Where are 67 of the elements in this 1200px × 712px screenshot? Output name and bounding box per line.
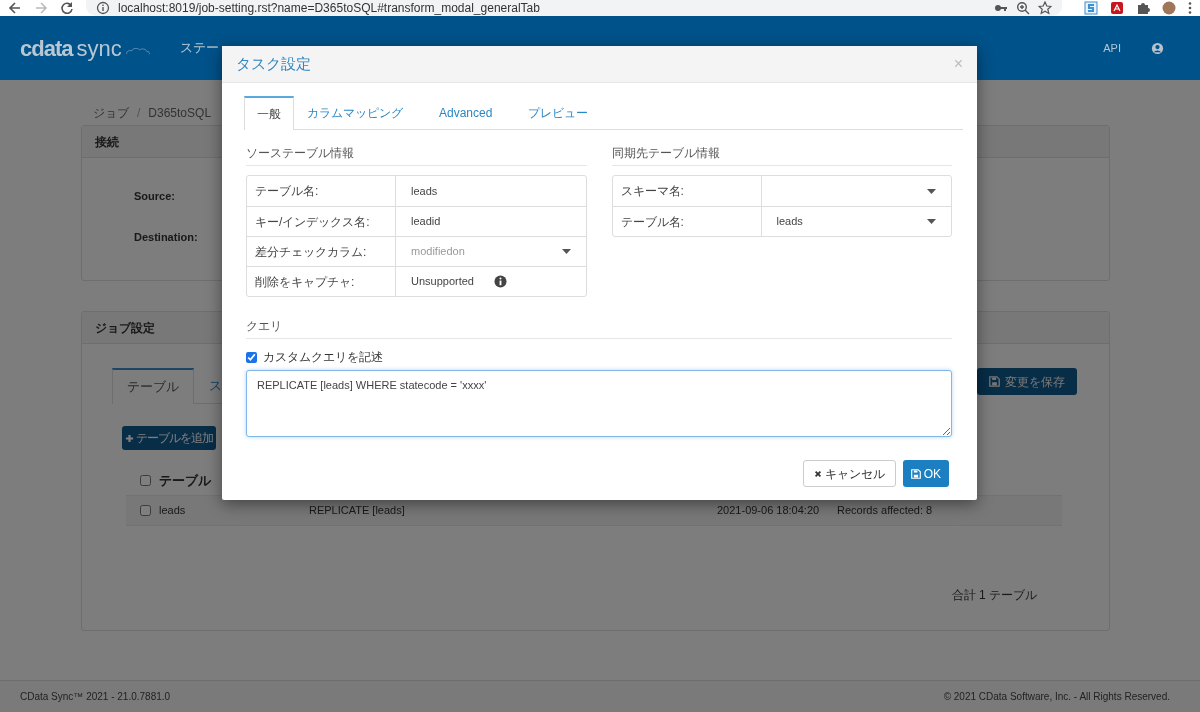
tab[interactable]: Advanced — [426, 96, 516, 129]
zoom-icon[interactable] — [1016, 1, 1030, 15]
copyright-notice: © 2021 CData Software, Inc. - All Rights Reserved. — [943, 690, 1170, 704]
breadcrumb-item: D365toSQL — [148, 104, 212, 122]
caret-icon — [927, 219, 936, 224]
breadcrumb-separator: / — [137, 104, 141, 122]
field-label: キー/インデックス名: — [247, 207, 396, 236]
field-label: Source: — [134, 189, 175, 204]
select-field[interactable]: leads — [761, 207, 951, 236]
cloud-icon — [125, 45, 150, 56]
document-extension-icon[interactable] — [1110, 1, 1124, 15]
select-field: modifiedon — [396, 237, 586, 266]
field-label: テーブル名: — [612, 207, 762, 236]
field-label: スキーマ名: — [612, 176, 762, 206]
table-total: 合計 1 テーブル — [950, 587, 1037, 604]
query-textarea[interactable]: REPLICATE [leads] WHERE statecode = 'xxxx' — [246, 370, 952, 437]
add-table-button[interactable]: テーブルを追加 — [122, 426, 216, 450]
table-cell-text: Records affected: 8 — [837, 503, 933, 519]
field-label: テーブル名: — [247, 176, 396, 206]
section-title: ソーステーブル情報 — [246, 144, 587, 166]
ok-button[interactable]: OK — [902, 460, 949, 487]
table-cell-text: leads — [159, 503, 187, 519]
close-icon — [813, 469, 822, 478]
caret-icon — [561, 249, 571, 254]
save-button[interactable]: 変更を保存 — [977, 368, 1077, 395]
plus-icon — [125, 433, 134, 443]
user-icon[interactable] — [1151, 41, 1164, 55]
row-checkbox[interactable] — [140, 505, 151, 516]
caret-icon — [927, 188, 936, 194]
select-all-checkbox[interactable] — [140, 475, 151, 486]
more-icon[interactable] — [1188, 1, 1192, 15]
tab[interactable]: カラムマッピング — [294, 96, 426, 129]
field-value: Unsupported — [411, 274, 474, 290]
logo-product-name: sync — [76, 34, 122, 63]
star-icon[interactable] — [1038, 1, 1052, 15]
column-header: テーブル — [159, 471, 211, 490]
tab[interactable]: テーブル — [112, 368, 194, 404]
field-label: 削除をキャプチャ: — [247, 267, 396, 296]
reload-icon[interactable] — [60, 1, 74, 15]
extension-icon[interactable] — [1084, 1, 1098, 15]
copyright-version: CData Sync™ 2021 - 21.0.7881.0 — [20, 690, 171, 704]
back-icon[interactable] — [8, 1, 22, 15]
tab[interactable]: 一般 — [244, 96, 294, 130]
custom-query-checkbox[interactable] — [246, 351, 257, 363]
field-value: leads — [411, 183, 438, 199]
nav-link[interactable]: ステー — [180, 38, 219, 58]
section-title: クエリ — [246, 317, 952, 339]
avatar-icon[interactable] — [1162, 1, 1176, 15]
logo-wordmark: cdata — [20, 34, 73, 63]
dialog-title: タスク設定 — [236, 53, 311, 74]
info-icon — [96, 1, 110, 15]
checkbox-label: カスタムクエリを記述 — [263, 349, 383, 366]
puzzle-icon[interactable] — [1136, 1, 1150, 15]
save-icon — [989, 376, 1000, 387]
save-icon — [910, 468, 921, 479]
section-title: 同期先テーブル情報 — [611, 144, 952, 166]
table-cell-text: 2021-09-06 18:04:20 — [717, 503, 821, 519]
field-value: leadid — [411, 214, 441, 230]
api-link[interactable]: API — [1103, 39, 1121, 57]
info-icon — [494, 275, 507, 288]
address-bar[interactable]: localhost:8019/job-setting.rst?name=D365toSQL#transform_modal_generalTab — [86, 0, 1062, 16]
field-label: 差分チェックカラム: — [247, 237, 396, 266]
cancel-button[interactable]: キャンセル — [802, 460, 896, 487]
tab[interactable]: プレビュー — [515, 96, 612, 129]
field-label: Destination: — [134, 229, 198, 245]
breadcrumb-item[interactable]: ジョブ — [93, 103, 129, 122]
table-cell-text: REPLICATE [leads] — [309, 503, 406, 519]
